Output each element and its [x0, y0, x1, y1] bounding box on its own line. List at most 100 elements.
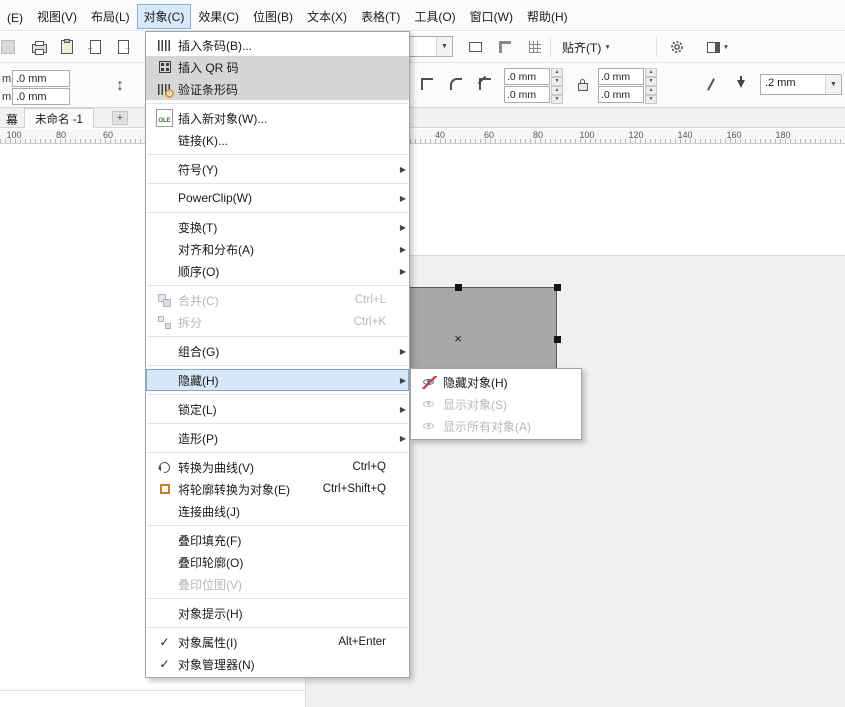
menu-item-combine[interactable]: 合并(C)Ctrl+L	[146, 289, 409, 311]
menubar-item-object[interactable]: 对象(C)	[138, 5, 191, 28]
add-page-button[interactable]: +	[112, 111, 128, 125]
menu-item-links[interactable]: 链接(K)...	[146, 129, 409, 151]
import-button[interactable]	[82, 35, 108, 59]
menu-item-validate-barcode[interactable]: 验证条形码	[146, 78, 409, 100]
menu-item-object-hinting[interactable]: 对象提示(H)	[146, 602, 409, 624]
menu-item-outline-to-object[interactable]: 将轮廓转换为对象(E)Ctrl+Shift+Q	[146, 478, 409, 500]
menu-item-object-properties[interactable]: ✓对象属性(I)Alt+Enter	[146, 631, 409, 653]
menu-item-convert-to-curves[interactable]: 转换为曲线(V)Ctrl+Q	[146, 456, 409, 478]
menu-item-overprint-outline[interactable]: 叠印轮廓(O)	[146, 551, 409, 573]
hide-object-icon	[422, 376, 437, 389]
menubar-item-edit-partial[interactable]: (E)	[1, 8, 29, 28]
menu-item-shortcut: Alt+Enter	[338, 636, 386, 648]
menu-item-object-manager[interactable]: ✓对象管理器(N)	[146, 653, 409, 675]
menu-item-group[interactable]: 组合(G)▶	[146, 340, 409, 362]
menu-separator	[147, 452, 408, 453]
menu-item-label: 插入新对象(W)...	[178, 110, 376, 127]
corner-radius-field[interactable]	[504, 68, 550, 85]
menu-item-powerclip[interactable]: PowerClip(W)▶	[146, 187, 409, 209]
edit-corners-together-button[interactable]	[572, 71, 594, 97]
chevron-down-icon[interactable]: ▼	[436, 37, 452, 56]
menu-item-shaping[interactable]: 造形(P)▶	[146, 427, 409, 449]
menubar-item-help[interactable]: 帮助(H)	[521, 5, 574, 28]
print-button[interactable]	[26, 35, 52, 59]
menubar-item-tools[interactable]: 工具(O)	[408, 5, 461, 28]
show-rulers-button[interactable]	[492, 35, 518, 59]
corner-radius-field[interactable]	[598, 86, 644, 103]
submenu-arrow-icon: ▶	[394, 223, 406, 232]
document-tab-active[interactable]: 未命名 -1	[24, 108, 94, 128]
menubar-item-text[interactable]: 文本(X)	[301, 5, 353, 28]
fullscreen-preview-button[interactable]	[462, 35, 488, 59]
menu-item-label: 符号(Y)	[178, 161, 376, 178]
show-grid-button[interactable]	[522, 35, 548, 59]
property-bar: m m ↕ ▲▼ ▲▼ ▲▼ ▲▼	[0, 63, 845, 108]
outline-width-button[interactable]	[730, 71, 752, 97]
submenu-item-show-object[interactable]: 显示对象(S)	[411, 393, 581, 415]
menu-item-insert-qr[interactable]: 插入 QR 码	[146, 56, 409, 78]
hide-object-icon	[416, 376, 443, 389]
selection-handle[interactable]	[455, 284, 462, 291]
object-size-button[interactable]: ↕	[108, 71, 132, 101]
selection-handle[interactable]	[554, 284, 561, 291]
menu-item-label: 对象属性(I)	[178, 634, 328, 651]
corner-sharp-button[interactable]	[414, 71, 440, 97]
unit-label-fragment: m	[2, 91, 11, 103]
export-button[interactable]	[110, 35, 136, 59]
menu-item-insert-new-object[interactable]: 插入新对象(W)...	[146, 107, 409, 129]
relative-corner-scaling-button[interactable]	[698, 71, 724, 97]
ruler-number: 80	[56, 130, 66, 140]
show-object-icon	[416, 398, 443, 411]
menubar-item-window[interactable]: 窗口(W)	[464, 5, 519, 28]
stepper-up-icon[interactable]: ▲	[551, 68, 563, 77]
menubar-item-effects[interactable]: 效果(C)	[192, 5, 245, 28]
menu-bar: (E)视图(V)布局(L)对象(C)效果(C)位图(B)文本(X)表格(T)工具…	[0, 0, 845, 31]
snap-to-button[interactable]: 贴齐(T) ▼	[556, 36, 617, 58]
menu-item-symbol[interactable]: 符号(Y)▶	[146, 158, 409, 180]
selection-handle[interactable]	[554, 336, 561, 343]
stepper-down-icon[interactable]: ▼	[645, 95, 657, 104]
menu-item-join-curves[interactable]: 连接曲线(J)	[146, 500, 409, 522]
menu-item-transform[interactable]: 变换(T)▶	[146, 216, 409, 238]
ruler-number: 60	[484, 130, 494, 140]
menu-item-label: 造形(P)	[178, 430, 376, 447]
menu-separator	[147, 154, 408, 155]
menubar-item-view[interactable]: 视图(V)	[31, 5, 83, 28]
position-x-field[interactable]	[12, 70, 70, 87]
document-tab-bar: 幕 未命名 -1 +	[0, 108, 845, 128]
corner-radius-field[interactable]	[598, 68, 644, 85]
menubar-item-table[interactable]: 表格(T)	[355, 5, 406, 28]
stepper-down-icon[interactable]: ▼	[645, 77, 657, 86]
menubar-item-bitmaps[interactable]: 位图(B)	[247, 5, 299, 28]
menu-item-lock[interactable]: 锁定(L)▶	[146, 398, 409, 420]
menu-item-overprint-fill[interactable]: 叠印填充(F)	[146, 529, 409, 551]
menu-item-hide[interactable]: 隐藏(H)▶	[146, 369, 409, 391]
stepper-up-icon[interactable]: ▲	[645, 68, 657, 77]
menu-item-align-distribute[interactable]: 对齐和分布(A)▶	[146, 238, 409, 260]
menubar-item-layout[interactable]: 布局(L)	[85, 5, 136, 28]
corner-round-button[interactable]	[443, 71, 469, 97]
submenu-item-hide-object[interactable]: 隐藏对象(H)	[411, 371, 581, 393]
app-fragment-button[interactable]	[0, 35, 21, 59]
stepper-down-icon[interactable]: ▼	[551, 77, 563, 86]
paste-icon	[61, 40, 73, 54]
position-y-field[interactable]	[12, 88, 70, 105]
stepper-up-icon[interactable]: ▲	[645, 86, 657, 95]
menu-item-order[interactable]: 顺序(O)▶	[146, 260, 409, 282]
menu-item-break-apart[interactable]: 拆分Ctrl+K	[146, 311, 409, 333]
paste-button[interactable]	[54, 35, 80, 59]
corner-radius-left-fields: ▲▼ ▲▼	[504, 68, 563, 104]
outline-width-combobox[interactable]: .2 mm ▼	[760, 74, 842, 95]
corner-radius-field[interactable]	[504, 86, 550, 103]
dockers-button[interactable]: ▼	[698, 35, 738, 59]
stepper-down-icon[interactable]: ▼	[551, 95, 563, 104]
horizontal-ruler[interactable]: 1008060406080100120140160180	[0, 129, 845, 144]
chevron-down-icon[interactable]: ▼	[825, 75, 841, 94]
stepper-up-icon[interactable]: ▲	[551, 86, 563, 95]
menu-item-overprint-bitmap[interactable]: 叠印位图(V)	[146, 573, 409, 595]
submenu-item-show-all-objects[interactable]: 显示所有对象(A)	[411, 415, 581, 437]
menu-item-insert-barcode[interactable]: 插入条码(B)...	[146, 34, 409, 56]
corner-chamfer-button[interactable]	[472, 71, 498, 97]
menu-item-label: 锁定(L)	[178, 401, 376, 418]
options-button[interactable]	[664, 35, 690, 59]
